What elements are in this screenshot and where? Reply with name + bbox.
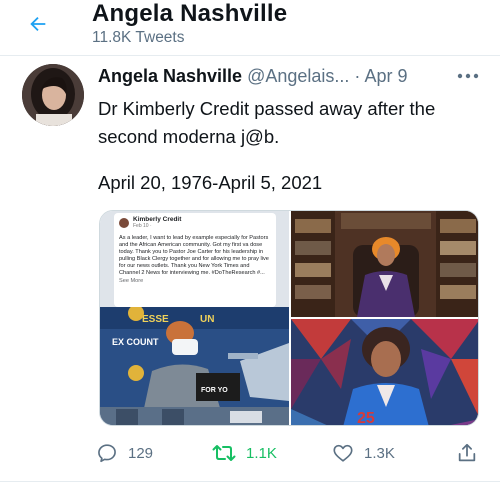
portrait-photo: 25 xyxy=(291,319,478,426)
media-image-1[interactable]: ESSE UN EX COUNT FOR YO Kimberly Credit … xyxy=(100,211,289,425)
tweet-actions-bar: 129 1.1K 1.3K xyxy=(0,438,500,468)
fb-see-more: See More xyxy=(119,277,144,284)
reply-button[interactable]: 129 xyxy=(96,438,153,468)
tweet-text-dates: April 20, 1976-April 5, 2021 xyxy=(98,172,323,193)
back-button[interactable] xyxy=(20,6,56,42)
svg-text:EX COUNT: EX COUNT xyxy=(112,337,159,347)
more-options-button[interactable] xyxy=(452,64,484,88)
retweet-button[interactable]: 1.1K xyxy=(212,438,277,468)
heart-icon xyxy=(333,444,353,462)
fb-post-time: Feb 10 · xyxy=(133,223,152,229)
tweet-date[interactable]: Apr 9 xyxy=(364,66,407,86)
svg-text:ESSE: ESSE xyxy=(142,314,169,325)
divider xyxy=(0,481,500,482)
user-handle[interactable]: @Angelais... xyxy=(247,66,349,86)
avatar[interactable] xyxy=(22,64,84,126)
more-dots-icon xyxy=(457,73,479,79)
media-image-2[interactable] xyxy=(291,211,478,317)
office-portrait-photo xyxy=(291,211,478,317)
meta-separator: · xyxy=(354,66,361,86)
avatar-photo xyxy=(22,64,84,126)
svg-text:UN: UN xyxy=(200,314,214,325)
fb-post-text: As a leader, I want to lead by example e… xyxy=(119,235,269,277)
tweet-text: Dr Kimberly Credit passed away after the… xyxy=(98,98,436,147)
fb-avatar xyxy=(119,217,129,228)
page-title: Angela Nashville xyxy=(92,0,288,27)
share-icon xyxy=(458,443,476,462)
fb-post-author: Kimberly Credit xyxy=(133,216,182,223)
tweet-media-grid: ESSE UN EX COUNT FOR YO Kimberly Credit … xyxy=(99,210,479,426)
media-image-3[interactable]: 25 xyxy=(291,319,478,426)
back-arrow-icon xyxy=(30,16,46,32)
tweet-meta: Angela Nashville @Angelais... · Apr 9 xyxy=(98,66,418,87)
tweet-count: 11.8K Tweets xyxy=(92,29,185,46)
retweet-count: 1.1K xyxy=(246,444,277,462)
svg-text:25: 25 xyxy=(357,410,375,426)
reply-count: 129 xyxy=(128,444,154,462)
like-button[interactable]: 1.3K xyxy=(332,438,395,468)
profile-header: Angela Nashville 11.8K Tweets xyxy=(0,0,500,56)
like-count: 1.3K xyxy=(364,444,395,462)
display-name[interactable]: Angela Nashville xyxy=(98,66,242,86)
reply-icon xyxy=(98,444,116,463)
svg-text:FOR YO: FOR YO xyxy=(201,387,228,394)
facebook-post-screenshot: Kimberly Credit Feb 10 · As a leader, I … xyxy=(114,213,276,307)
fb-post-body: As a leader, I want to lead by example e… xyxy=(119,235,271,285)
retweet-icon xyxy=(212,445,236,461)
share-button[interactable] xyxy=(456,438,478,468)
